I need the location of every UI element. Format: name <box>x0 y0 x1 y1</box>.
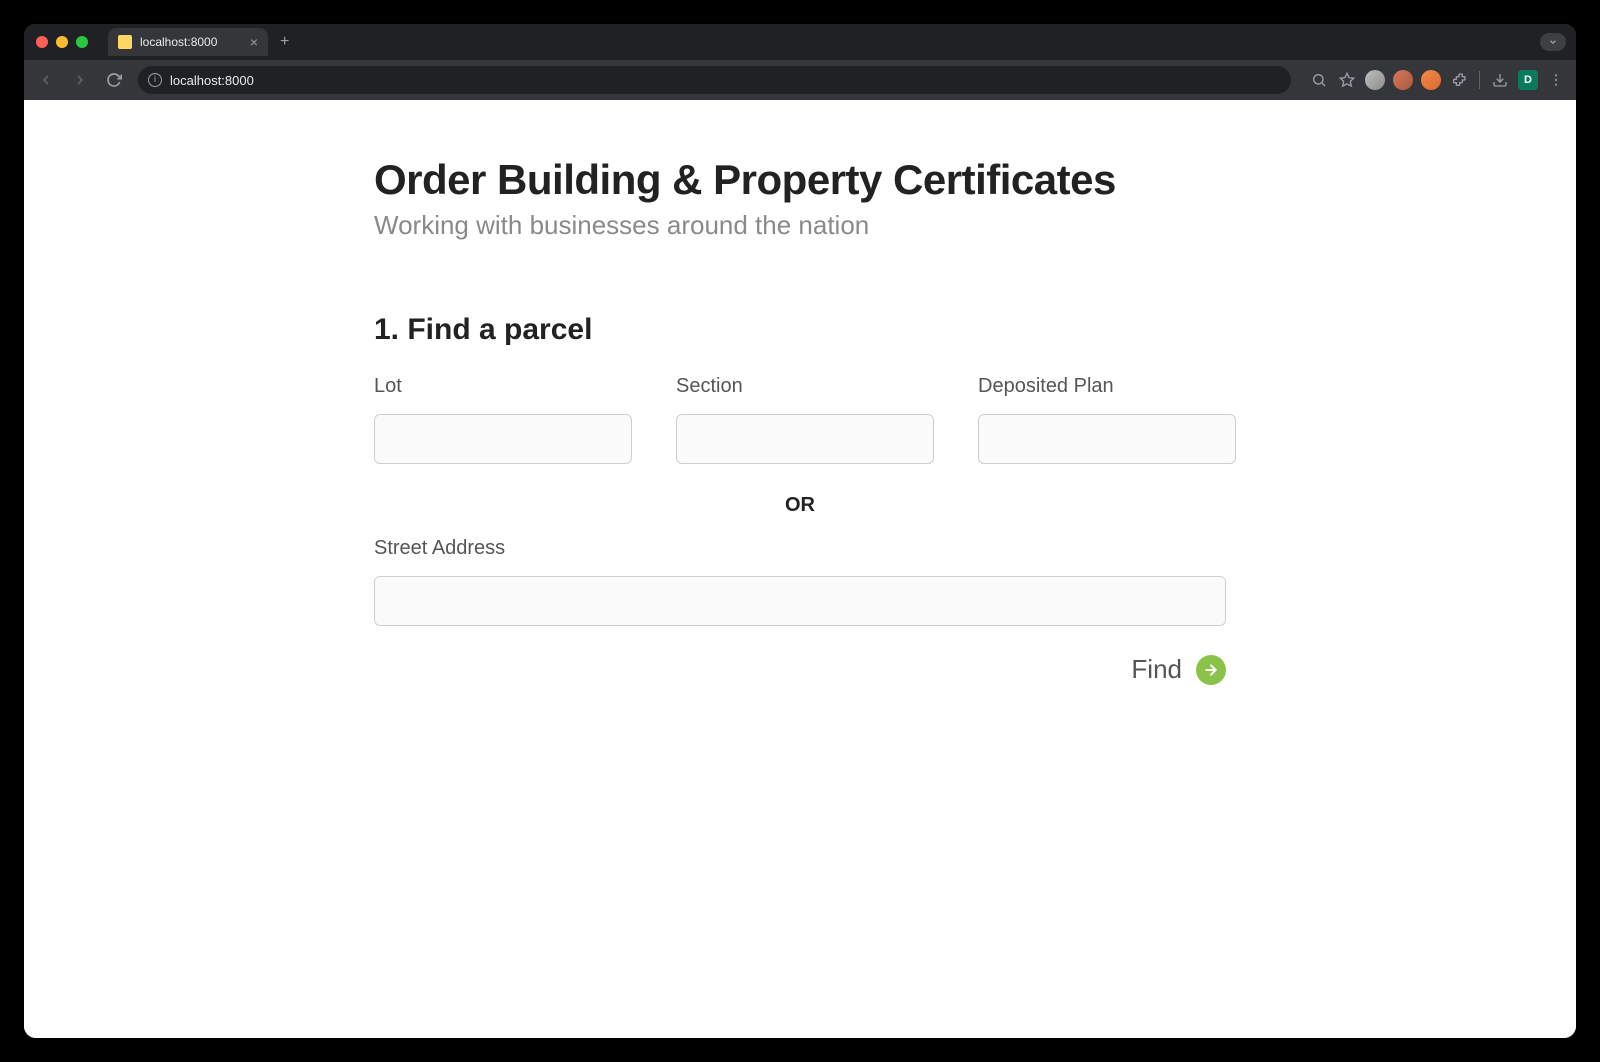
profile-avatar-2[interactable] <box>1391 68 1415 92</box>
forward-button[interactable] <box>66 66 94 94</box>
lot-input[interactable] <box>374 414 632 464</box>
street-address-field: Street Address <box>374 537 1226 626</box>
find-row: Find <box>374 654 1226 685</box>
window-controls <box>36 36 88 48</box>
lot-label: Lot <box>374 375 632 398</box>
zoom-icon[interactable] <box>1307 68 1331 92</box>
profile-avatar-1[interactable] <box>1363 68 1387 92</box>
find-label: Find <box>1131 654 1182 685</box>
profile-badge[interactable]: D <box>1516 68 1540 92</box>
page-subtitle: Working with businesses around the natio… <box>374 210 1226 241</box>
section-field: Section <box>676 375 934 464</box>
menu-icon[interactable] <box>1544 68 1568 92</box>
extensions-icon[interactable] <box>1447 68 1471 92</box>
site-info-icon[interactable]: i <box>148 73 162 87</box>
section-label: Section <box>676 375 934 398</box>
page-content: Order Building & Property Certificates W… <box>350 100 1250 725</box>
close-tab-icon[interactable]: × <box>250 35 258 49</box>
section-input[interactable] <box>676 414 934 464</box>
page-title: Order Building & Property Certificates <box>374 156 1226 204</box>
browser-chrome: localhost:8000 × + i localhost:8000 <box>24 24 1576 100</box>
reload-button[interactable] <box>100 66 128 94</box>
new-tab-button[interactable]: + <box>274 33 295 51</box>
street-address-label: Street Address <box>374 537 1226 560</box>
toolbar-right: D <box>1307 68 1568 92</box>
downloads-icon[interactable] <box>1488 68 1512 92</box>
close-window-button[interactable] <box>36 36 48 48</box>
tab-strip: localhost:8000 × + <box>24 24 1576 60</box>
tab-overflow-button[interactable] <box>1540 33 1566 51</box>
deposited-plan-label: Deposited Plan <box>978 375 1236 398</box>
browser-window: localhost:8000 × + i localhost:8000 <box>24 24 1576 1038</box>
bookmark-icon[interactable] <box>1335 68 1359 92</box>
profile-avatar-3[interactable] <box>1419 68 1443 92</box>
address-bar[interactable]: i localhost:8000 <box>138 66 1291 94</box>
section-heading: 1. Find a parcel <box>374 313 1226 347</box>
toolbar-separator <box>1479 71 1480 89</box>
deposited-plan-field: Deposited Plan <box>978 375 1236 464</box>
tab-title: localhost:8000 <box>140 35 242 49</box>
find-button[interactable] <box>1196 655 1226 685</box>
browser-tab[interactable]: localhost:8000 × <box>108 28 268 56</box>
tab-favicon-icon <box>118 35 132 49</box>
deposited-plan-input[interactable] <box>978 414 1236 464</box>
minimize-window-button[interactable] <box>56 36 68 48</box>
or-divider: OR <box>374 494 1226 517</box>
back-button[interactable] <box>32 66 60 94</box>
arrow-right-icon <box>1203 662 1219 678</box>
address-bar-text: localhost:8000 <box>170 73 1281 88</box>
page-viewport[interactable]: Order Building & Property Certificates W… <box>24 100 1576 1038</box>
browser-toolbar: i localhost:8000 <box>24 60 1576 100</box>
parcel-fields-row: Lot Section Deposited Plan <box>374 375 1226 464</box>
street-address-input[interactable] <box>374 576 1226 626</box>
maximize-window-button[interactable] <box>76 36 88 48</box>
lot-field: Lot <box>374 375 632 464</box>
